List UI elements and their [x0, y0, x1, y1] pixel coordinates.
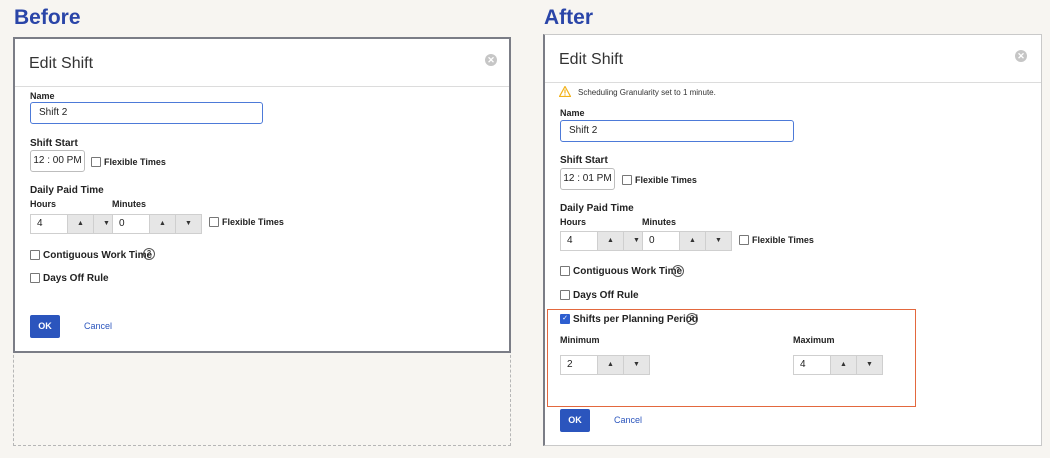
contiguous-work-time-checkbox[interactable] [30, 250, 40, 260]
paid-flexible-times-checkbox[interactable] [739, 235, 749, 245]
help-icon[interactable]: ? [672, 265, 684, 277]
arrow-up-icon[interactable]: ▲ [597, 232, 623, 250]
ok-button[interactable]: OK [30, 315, 60, 338]
hours-label: Hours [30, 199, 57, 209]
minutes-stepper[interactable]: 0 ▲ ▼ [112, 214, 202, 234]
arrow-up-icon[interactable]: ▲ [830, 356, 856, 374]
minimum-label: Minimum [560, 335, 600, 345]
minutes-stepper[interactable]: 0 ▲ ▼ [642, 231, 732, 251]
minutes-value[interactable]: 0 [113, 215, 149, 233]
shifts-per-planning-period-label: Shifts per Planning Period [573, 314, 699, 325]
days-off-rule-checkbox[interactable] [30, 273, 40, 283]
paid-flexible-times-label: Flexible Times [222, 217, 284, 227]
shift-start-time-input[interactable]: 12 : 00 PM [30, 150, 85, 172]
name-input[interactable]: Shift 2 [560, 120, 794, 142]
minimum-value[interactable]: 2 [561, 356, 597, 374]
daily-paid-time-label: Daily Paid Time [560, 203, 634, 214]
minutes-value[interactable]: 0 [643, 232, 679, 250]
arrow-up-icon[interactable]: ▲ [679, 232, 705, 250]
contiguous-work-time-label: Contiguous Work Time [573, 266, 683, 277]
dialog-title: Edit Shift [559, 51, 624, 68]
days-off-rule-label: Days Off Rule [43, 273, 109, 284]
contiguous-work-time-label: Contiguous Work Time [43, 250, 153, 261]
arrow-down-icon[interactable]: ▼ [175, 215, 201, 233]
minimum-stepper[interactable]: 2 ▲ ▼ [560, 355, 650, 375]
before-heading: Before [14, 6, 81, 29]
before-dropzone [13, 350, 511, 446]
arrow-up-icon[interactable]: ▲ [149, 215, 175, 233]
cancel-link[interactable]: Cancel [614, 415, 642, 425]
warning-icon [559, 86, 571, 97]
arrow-up-icon[interactable]: ▲ [67, 215, 93, 233]
arrow-up-icon[interactable]: ▲ [597, 356, 623, 374]
minutes-label: Minutes [112, 199, 147, 209]
arrow-down-icon[interactable]: ▼ [856, 356, 882, 374]
after-heading: After [544, 6, 594, 29]
shift-start-time-input[interactable]: 12 : 01 PM [560, 168, 615, 190]
name-label: Name [560, 108, 585, 118]
help-icon[interactable]: ? [143, 248, 155, 260]
shifts-per-planning-period-checkbox[interactable]: ✓ [560, 314, 570, 324]
daily-paid-time-label: Daily Paid Time [30, 185, 104, 196]
hours-value[interactable]: 4 [31, 215, 67, 233]
hours-stepper[interactable]: 4 ▲ ▼ [560, 231, 650, 251]
help-icon[interactable]: ? [686, 313, 698, 325]
minutes-label: Minutes [642, 217, 677, 227]
dialog-title: Edit Shift [29, 55, 94, 72]
flexible-times-checkbox[interactable] [622, 175, 632, 185]
paid-flexible-times-label: Flexible Times [752, 235, 814, 245]
flexible-times-checkbox[interactable] [91, 157, 101, 167]
arrow-down-icon[interactable]: ▼ [705, 232, 731, 250]
flexible-times-label: Flexible Times [104, 157, 166, 167]
maximum-label: Maximum [793, 335, 835, 345]
hours-value[interactable]: 4 [561, 232, 597, 250]
arrow-down-icon[interactable]: ▼ [623, 356, 649, 374]
contiguous-work-time-checkbox[interactable] [560, 266, 570, 276]
ok-button[interactable]: OK [560, 409, 590, 432]
hours-stepper[interactable]: 4 ▲ ▼ [30, 214, 120, 234]
flexible-times-label: Flexible Times [635, 175, 697, 185]
header-divider [545, 82, 1041, 83]
after-edit-shift-dialog: Edit Shift ✕ Scheduling Granularity set … [543, 34, 1042, 446]
name-input[interactable]: Shift 2 [30, 102, 263, 124]
shift-start-label: Shift Start [560, 155, 608, 166]
paid-flexible-times-checkbox[interactable] [209, 217, 219, 227]
close-icon[interactable]: ✕ [1015, 50, 1027, 62]
days-off-rule-checkbox[interactable] [560, 290, 570, 300]
maximum-value[interactable]: 4 [794, 356, 830, 374]
days-off-rule-label: Days Off Rule [573, 290, 639, 301]
header-divider [15, 86, 509, 87]
shift-start-label: Shift Start [30, 138, 78, 149]
warning-message: Scheduling Granularity set to 1 minute. [578, 88, 716, 97]
maximum-stepper[interactable]: 4 ▲ ▼ [793, 355, 883, 375]
before-edit-shift-dialog: Edit Shift ✕ Name Shift 2 Shift Start 12… [13, 37, 511, 353]
name-label: Name [30, 91, 55, 101]
hours-label: Hours [560, 217, 587, 227]
close-icon[interactable]: ✕ [485, 54, 497, 66]
cancel-link[interactable]: Cancel [84, 321, 112, 331]
